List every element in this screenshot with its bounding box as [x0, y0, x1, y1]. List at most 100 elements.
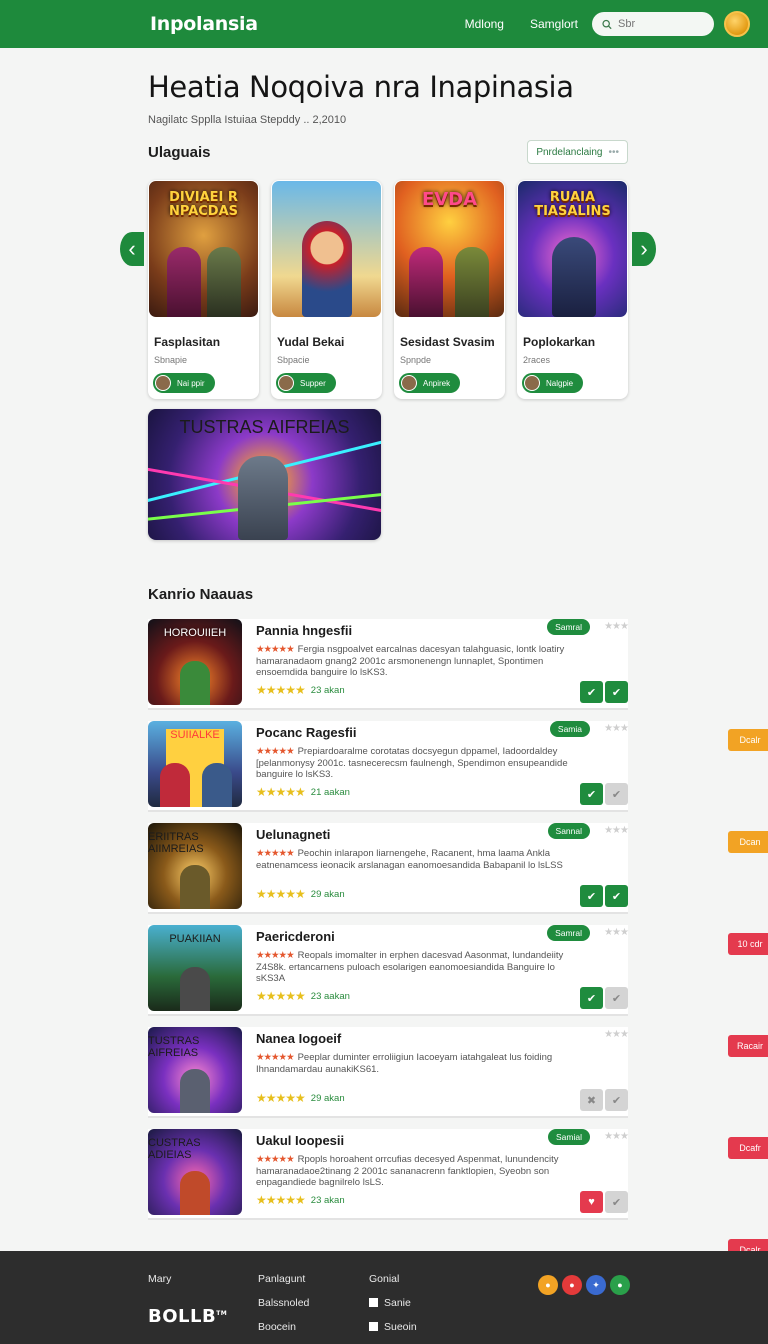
star-rating-icon: ★★★★★ [256, 887, 306, 901]
primary-action-button[interactable]: Racair [728, 1035, 768, 1057]
game-card-play-pill[interactable]: Nai ppir [153, 373, 215, 393]
star-rating-icon: ★★★★★ [256, 1091, 306, 1105]
primary-action-button[interactable]: 10 cdr [728, 933, 768, 955]
list-item-thumbnail: HOROUIIEH [148, 619, 242, 705]
list-item[interactable]: HOROUIIEH Pannia hngesfii ★★★★★ Fergia ns… [148, 619, 768, 751]
list-item-title: Nanea Iogoeif [256, 1031, 342, 1046]
game-card-art: EVDA [395, 181, 504, 317]
check-button[interactable]: ✔ [580, 885, 603, 907]
list-item-description: ★★★★★ Fergia nsgpoalvet earcalnas dacesya… [256, 644, 586, 678]
rating-count: 29 akan [310, 1092, 345, 1104]
star-rating-icon: ★★★★★ [256, 785, 306, 799]
rating-count: 23 akan [310, 684, 345, 696]
game-card-play-pill[interactable]: Nalgpie [522, 373, 584, 393]
footer-link[interactable]: Boocein [258, 1321, 309, 1333]
character-figure [180, 865, 210, 909]
player-avatar [401, 375, 417, 391]
rating-stars-icon: ★★★★★ [256, 746, 295, 757]
game-card-title: Yudal Bekai [277, 335, 345, 349]
featured-banner[interactable]: TUSTRAS AIFREIAS [148, 409, 381, 540]
close-button[interactable]: ✖ [580, 1089, 603, 1111]
character-figure [167, 247, 201, 317]
social-icon-4[interactable]: ● [610, 1275, 630, 1295]
rating-stars-icon: ★★★★★ [256, 848, 295, 859]
list-section-title: Kanrio Naauas [148, 586, 254, 603]
check-button[interactable]: ✔ [605, 1089, 628, 1111]
list-item[interactable]: PUAKIIAN Paericderoni ★★★★★ Reopals imoma… [148, 925, 768, 1057]
check-button[interactable]: ✔ [580, 681, 603, 703]
character-figure [180, 967, 210, 1011]
check-button[interactable]: ✔ [605, 783, 628, 805]
description-text: Reopals imomalter in erphen dacesvad Aas… [256, 950, 564, 984]
list-item[interactable]: TUSTRAS AIFREIAS Nanea Iogoeif ★★★★★ Peep… [148, 1027, 768, 1159]
search-box[interactable] [592, 12, 714, 36]
social-icon-3[interactable]: ✦ [586, 1275, 606, 1295]
primary-action-button[interactable]: Dcafr [728, 1137, 768, 1159]
list-item-actions: Dcalr ✔ ✔ [580, 681, 768, 751]
carousel-prev-button[interactable]: ‹ [120, 232, 144, 266]
check-button[interactable]: ✔ [605, 885, 628, 907]
list-item-description: ★★★★★ Prepiardoaralme corotatas docsyegun… [256, 746, 586, 780]
list-item-body: Nanea Iogoeif ★★★★★ Peeplar duminter erro… [256, 1027, 768, 1159]
main-nav: Mdlong Samglort [465, 17, 578, 31]
description-text: Rpopls horoahent orrcufias decesyed Aspe… [256, 1154, 559, 1188]
social-icon-1[interactable]: ● [538, 1275, 558, 1295]
game-card-art-title: EVDA [421, 189, 478, 210]
checkbox[interactable] [369, 1322, 378, 1331]
game-card-title: Sesidast Svasim [400, 335, 495, 349]
nav-link-2[interactable]: Samglort [530, 17, 578, 31]
game-card[interactable]: EVDA Sesidast Svasim Spnpde Anpirek [394, 180, 505, 399]
chevron-right-icon: › [640, 236, 648, 261]
page-title: Heatia Noqoiva nra Inapinasia [148, 70, 574, 104]
footer-checkbox-item[interactable]: Sanie [369, 1297, 417, 1309]
check-button[interactable]: ✔ [605, 1191, 628, 1213]
top-navbar: Inpolansia Mdlong Samglort [0, 0, 768, 48]
search-input[interactable] [618, 18, 704, 30]
social-icon-2[interactable]: ● [562, 1275, 582, 1295]
footer-checkbox-item[interactable]: Sueoin [369, 1321, 417, 1333]
character-figure [238, 456, 288, 540]
sort-button[interactable]: Pnrdelanclaing ••• [527, 140, 628, 164]
footer-heading: Gonial [369, 1273, 400, 1285]
user-avatar[interactable] [724, 11, 750, 37]
footer-column-2: Panlagunt Balssnoled Boocein [258, 1273, 309, 1344]
genre-tag: Samral [547, 925, 590, 941]
carousel-next-button[interactable]: › [632, 232, 656, 266]
footer-logo-text: BOLLB [148, 1306, 217, 1327]
footer-logo[interactable]: BOLLBTM [148, 1306, 227, 1327]
list-item-description: ★★★★★ Rpopls horoahent orrcufias decesyed… [256, 1154, 586, 1188]
game-card[interactable]: DIVIAEI R NPACDAS Fasplasitan Sbnapie Na… [148, 180, 259, 399]
check-button[interactable]: ✔ [580, 987, 603, 1009]
heart-button[interactable]: ♥ [580, 1191, 603, 1213]
checkbox[interactable] [369, 1298, 378, 1307]
game-card-subtitle: 2races [523, 355, 551, 365]
sort-label: Pnrdelanclaing [536, 146, 603, 158]
mini-stars-icon: ★★★ [604, 621, 629, 632]
character-figure [180, 661, 210, 705]
game-card-subtitle: Spnpde [400, 355, 432, 365]
list-item[interactable]: CUSTRAS ADIEIAS Uakul Ioopesii ★★★★★ Rpop… [148, 1129, 768, 1261]
list-item[interactable]: ERIITRAS AIIMREIAS Uelunagneti ★★★★★ Peoc… [148, 823, 768, 955]
primary-action-button[interactable]: Dcan [728, 831, 768, 853]
game-card[interactable]: Yudal Bekai Sbpacie Supper [271, 180, 382, 399]
game-card-subtitle: Sbnapie [154, 355, 188, 365]
character-figure [202, 763, 232, 807]
nav-link-1[interactable]: Mdlong [465, 17, 504, 31]
game-card-play-pill[interactable]: Supper [276, 373, 336, 393]
check-button[interactable]: ✔ [580, 783, 603, 805]
list-item-body: Paericderoni ★★★★★ Reopals imomalter in e… [256, 925, 768, 1057]
brand-logo[interactable]: Inpolansia [150, 13, 258, 35]
check-button[interactable]: ✔ [605, 987, 628, 1009]
list-item[interactable]: SUIIALKE Pocanc Ragesfii ★★★★★ Prepiardoa… [148, 721, 768, 853]
character-figure [552, 237, 596, 317]
player-avatar [524, 375, 540, 391]
game-card[interactable]: RUAIA TIASALINS Poplokarkan 2races Nalgp… [517, 180, 628, 399]
genre-tag: Samia [549, 721, 590, 737]
star-rating-icon: ★★★★★ [256, 989, 306, 1003]
mini-stars-icon: ★★★ [604, 723, 629, 734]
primary-action-button[interactable]: Dcalr [728, 729, 768, 751]
check-button[interactable]: ✔ [605, 681, 628, 703]
footer-link[interactable]: Balssnoled [258, 1297, 309, 1309]
page-subtitle: Nagilatc Spplla Istuiaa Stepddy .. 2,201… [148, 114, 347, 126]
game-card-play-pill[interactable]: Anpirek [399, 373, 461, 393]
